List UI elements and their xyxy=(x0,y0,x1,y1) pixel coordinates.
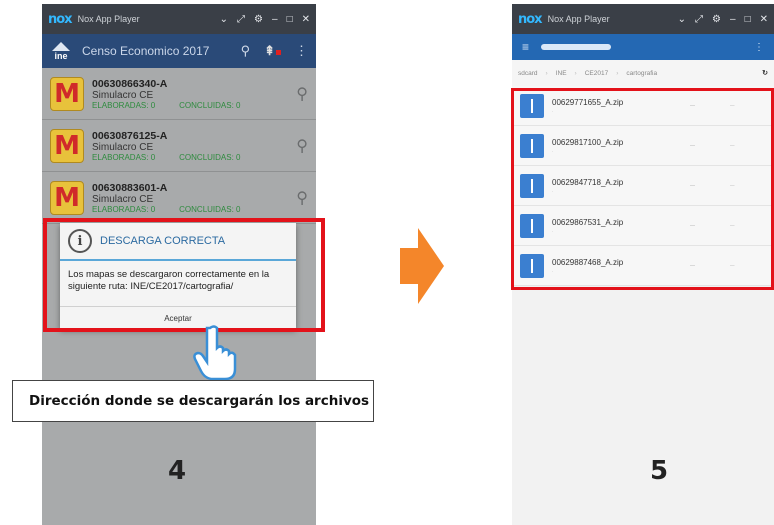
close-icon[interactable]: ✕ xyxy=(760,14,768,25)
maximize-icon[interactable]: □ xyxy=(745,14,751,25)
blurred-title xyxy=(541,44,612,50)
search-icon[interactable]: ⚲ xyxy=(296,136,308,156)
m-app-icon: M xyxy=(50,180,84,215)
pointer-hand-icon xyxy=(193,325,237,380)
item-elaboradas: ELABORADAS: 0 xyxy=(92,204,156,214)
file-manager-toolbar: ≡ ⋮ xyxy=(512,34,774,60)
refresh-icon[interactable]: ↻ xyxy=(762,69,768,77)
hamburger-menu-icon[interactable]: ≡ xyxy=(522,40,529,54)
nox-logo: nox xyxy=(518,11,543,27)
item-subtitle: Simulacro CE xyxy=(92,141,154,153)
pin-icon[interactable]: ⤢ xyxy=(695,14,703,25)
nox-logo: nox xyxy=(48,11,73,27)
m-app-icon: M xyxy=(50,128,84,163)
minimize-icon[interactable]: – xyxy=(272,14,278,25)
m-app-icon: M xyxy=(50,76,84,111)
breadcrumb-item[interactable]: cartografia xyxy=(626,70,657,77)
item-concluidas: CONCLUIDAS: 0 xyxy=(179,152,241,162)
breadcrumb-item[interactable]: CE2017 xyxy=(585,70,609,77)
gear-icon[interactable]: ⚙ xyxy=(254,14,263,25)
list-item[interactable]: M 00630876125-A Simulacro CE ELABORADAS:… xyxy=(42,120,316,172)
search-icon[interactable]: ⚲ xyxy=(296,188,308,208)
item-subtitle: Simulacro CE xyxy=(92,89,154,101)
arrow-right-icon xyxy=(400,228,444,304)
chevron-down-icon[interactable]: ⌄ xyxy=(220,14,228,25)
item-elaboradas: ELABORADAS: 0 xyxy=(92,152,156,162)
nox-title-bar: nox Nox App Player ⌄ ⤢ ⚙ – □ ✕ xyxy=(512,4,774,34)
app-toolbar: ine Censo Economico 2017 ⚲ ⇞ ⋮ xyxy=(42,34,316,68)
close-icon[interactable]: ✕ xyxy=(302,14,310,25)
pin-icon[interactable]: ⤢ xyxy=(237,14,245,25)
highlight-box-dialog xyxy=(43,218,325,332)
maximize-icon[interactable]: □ xyxy=(287,14,293,25)
item-concluidas: CONCLUIDAS: 0 xyxy=(179,204,241,214)
item-code: 00630883601-A xyxy=(92,181,168,194)
ine-logo: ine xyxy=(50,38,72,64)
map-pin-icon[interactable]: ⇞ xyxy=(264,43,281,59)
search-icon[interactable]: ⚲ xyxy=(296,84,308,104)
breadcrumb-item[interactable]: sdcard xyxy=(518,70,538,77)
app-title: Censo Economico 2017 xyxy=(82,44,210,58)
breadcrumb: sdcard › INE › CE2017 › cartografia ↻ xyxy=(512,60,774,86)
breadcrumb-item[interactable]: INE xyxy=(556,70,567,77)
gear-icon[interactable]: ⚙ xyxy=(712,14,721,25)
item-code: 00630866340-A xyxy=(92,77,168,90)
step-number-4: 4 xyxy=(168,456,187,486)
item-code: 00630876125-A xyxy=(92,129,168,142)
step-number-5: 5 xyxy=(650,456,669,486)
highlight-box-files xyxy=(511,88,774,290)
chevron-down-icon[interactable]: ⌄ xyxy=(678,14,686,25)
list-item[interactable]: M 00630866340-A Simulacro CE ELABORADAS:… xyxy=(42,68,316,120)
nox-window-title: Nox App Player xyxy=(77,14,140,24)
search-icon[interactable]: ⚲ xyxy=(241,43,251,59)
overflow-menu-icon[interactable]: ⋮ xyxy=(754,42,764,53)
nox-window-title: Nox App Player xyxy=(547,14,610,24)
item-concluidas: CONCLUIDAS: 0 xyxy=(179,100,241,110)
nox-title-bar: nox Nox App Player ⌄ ⤢ ⚙ – □ ✕ xyxy=(42,4,316,34)
item-elaboradas: ELABORADAS: 0 xyxy=(92,100,156,110)
list-item[interactable]: M 00630883601-A Simulacro CE ELABORADAS:… xyxy=(42,172,316,224)
minimize-icon[interactable]: – xyxy=(730,14,736,25)
annotation-label: Dirección donde se descargarán los archi… xyxy=(12,380,374,422)
item-subtitle: Simulacro CE xyxy=(92,193,154,205)
overflow-menu-icon[interactable]: ⋮ xyxy=(295,43,308,59)
